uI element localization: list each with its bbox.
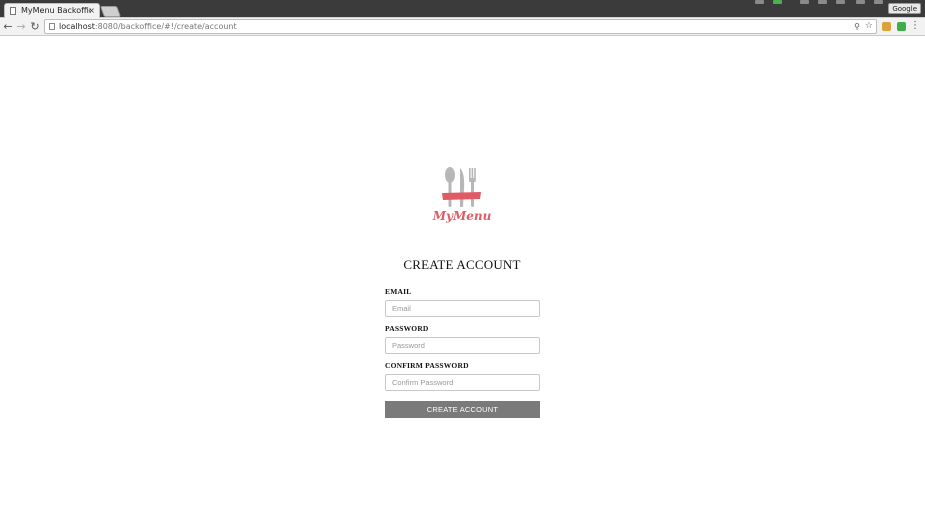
tab-title: MyMenu Backoffice — [21, 6, 91, 15]
forward-arrow-icon[interactable]: → — [14, 20, 28, 34]
tray-icon — [800, 0, 809, 4]
browser-tab-strip: MyMenu Backoffice × Google — [0, 0, 925, 18]
tray-icon — [836, 0, 845, 4]
url-host: localhost — [59, 22, 95, 31]
back-arrow-icon[interactable]: ← — [1, 20, 15, 34]
url-path: :8080/backoffice/#!/create/account — [94, 22, 237, 31]
confirm-password-field[interactable] — [385, 374, 540, 391]
tray-icon — [773, 0, 782, 4]
browser-menu-icon[interactable]: ⋮ — [910, 19, 920, 33]
extension-icon[interactable] — [882, 22, 891, 31]
confirm-password-label: CONFIRM PASSWORD — [385, 361, 469, 370]
extension-icon[interactable] — [897, 22, 906, 31]
email-label: EMAIL — [385, 287, 412, 296]
bookmark-star-icon[interactable]: ☆ — [865, 20, 873, 33]
create-account-button[interactable]: CREATE ACCOUNT — [385, 401, 540, 418]
tray-icon — [755, 0, 764, 4]
tray-icon — [874, 0, 883, 4]
tray-icon — [818, 0, 827, 4]
utensils-icon — [442, 167, 481, 207]
page-info-icon[interactable] — [49, 23, 55, 30]
close-tab-icon[interactable]: × — [88, 4, 95, 18]
tab-mymenu-backoffice[interactable]: MyMenu Backoffice × — [4, 3, 100, 18]
tray-icon — [856, 0, 865, 4]
reload-icon[interactable]: ↻ — [28, 20, 42, 34]
email-field[interactable] — [385, 300, 540, 317]
browser-toolbar: ← → ↻ localhost:8080/backoffice/#!/creat… — [0, 18, 925, 36]
password-field[interactable] — [385, 337, 540, 354]
address-bar[interactable]: localhost:8080/backoffice/#!/create/acco… — [44, 19, 877, 34]
new-tab-button[interactable] — [99, 6, 122, 17]
mymenu-logo: MyMenu — [432, 165, 492, 229]
key-icon[interactable]: ⚲ — [854, 20, 860, 33]
page-icon — [10, 7, 16, 15]
logo-wordmark: MyMenu — [432, 209, 492, 223]
page-title: CREATE ACCOUNT — [403, 257, 521, 272]
profile-button[interactable]: Google — [888, 3, 921, 14]
password-label: PASSWORD — [385, 324, 429, 333]
